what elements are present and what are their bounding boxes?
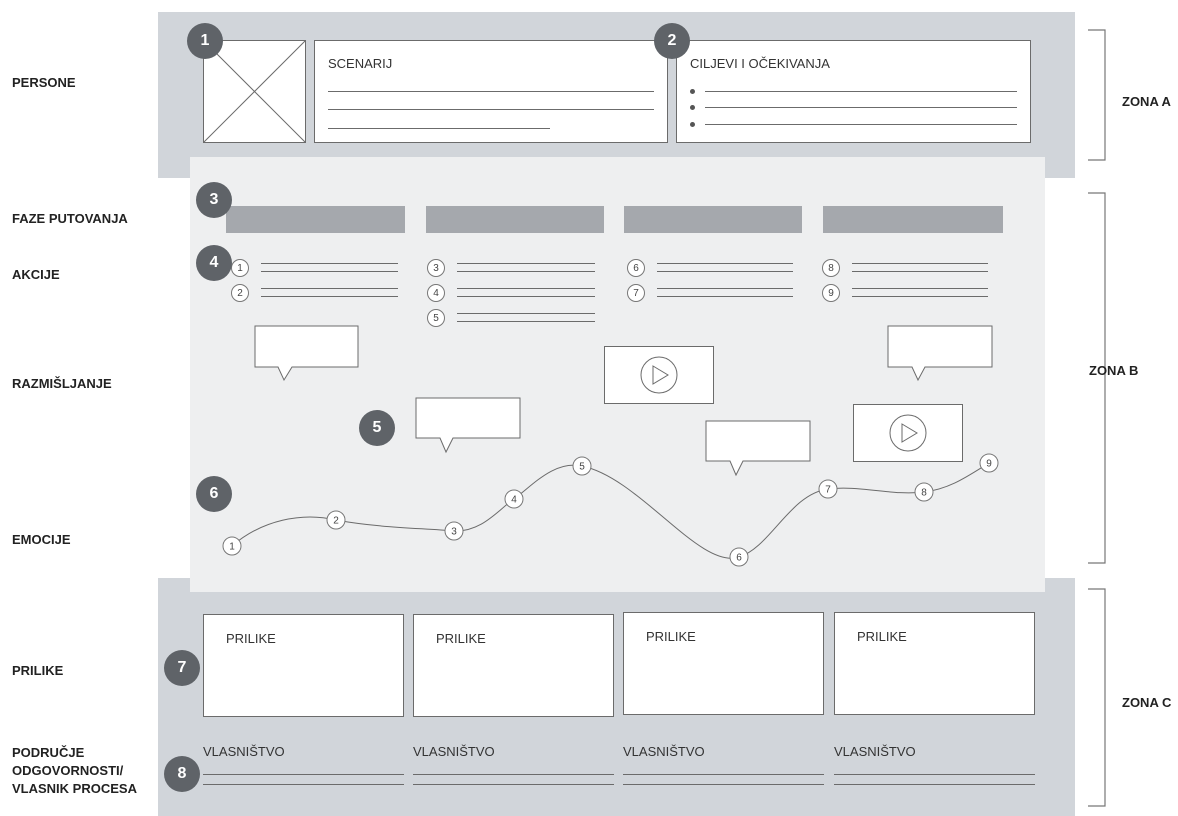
opportunity-title: PRILIKE — [857, 629, 907, 644]
ownership-label: VLASNIŠTVO — [203, 744, 285, 759]
ownership-label: VLASNIŠTVO — [413, 744, 495, 759]
emotion-point: 4 — [504, 489, 524, 509]
emotion-point: 5 — [572, 456, 592, 476]
emotion-point: 1 — [222, 536, 242, 556]
ownership-line — [203, 774, 404, 775]
ownership-label: VLASNIŠTVO — [623, 744, 705, 759]
emotion-point-label: 1 — [229, 542, 235, 553]
ownership-line — [623, 784, 824, 785]
badge-1: 1 — [187, 23, 223, 59]
ownership-label: VLASNIŠTVO — [834, 744, 916, 759]
ownership-line — [834, 774, 1035, 775]
badge-7: 7 — [164, 650, 200, 686]
badge-5: 5 — [359, 410, 395, 446]
badge-4: 4 — [196, 245, 232, 281]
opportunity-box: PRILIKE — [623, 612, 824, 715]
opportunity-box: PRILIKE — [413, 614, 614, 717]
opportunity-title: PRILIKE — [226, 631, 276, 646]
emotion-point-label: 3 — [451, 527, 457, 538]
emotion-point-label: 5 — [579, 462, 585, 473]
emotion-point: 8 — [914, 482, 934, 502]
badge-3: 3 — [196, 182, 232, 218]
emotion-point-label: 6 — [736, 553, 742, 564]
badge-2: 2 — [654, 23, 690, 59]
opportunity-title: PRILIKE — [436, 631, 486, 646]
ownership-line — [834, 784, 1035, 785]
emotion-point: 6 — [729, 547, 749, 567]
opportunity-title: PRILIKE — [646, 629, 696, 644]
emotion-point: 7 — [818, 479, 838, 499]
opportunity-box: PRILIKE — [203, 614, 404, 717]
emotion-point-label: 9 — [986, 459, 992, 470]
emotion-point-label: 2 — [333, 516, 339, 527]
emotion-point: 3 — [444, 521, 464, 541]
emotion-point: 9 — [979, 453, 999, 473]
emotion-curve-line — [231, 462, 990, 559]
ownership-line — [413, 774, 614, 775]
emotion-point-label: 8 — [921, 488, 927, 499]
emotion-point: 2 — [326, 510, 346, 530]
badge-8: 8 — [164, 756, 200, 792]
emotion-point-label: 4 — [511, 495, 517, 506]
badge-6: 6 — [196, 476, 232, 512]
ownership-line — [623, 774, 824, 775]
emotion-point-label: 7 — [825, 485, 831, 496]
ownership-line — [413, 784, 614, 785]
opportunity-box: PRILIKE — [834, 612, 1035, 715]
ownership-line — [203, 784, 404, 785]
